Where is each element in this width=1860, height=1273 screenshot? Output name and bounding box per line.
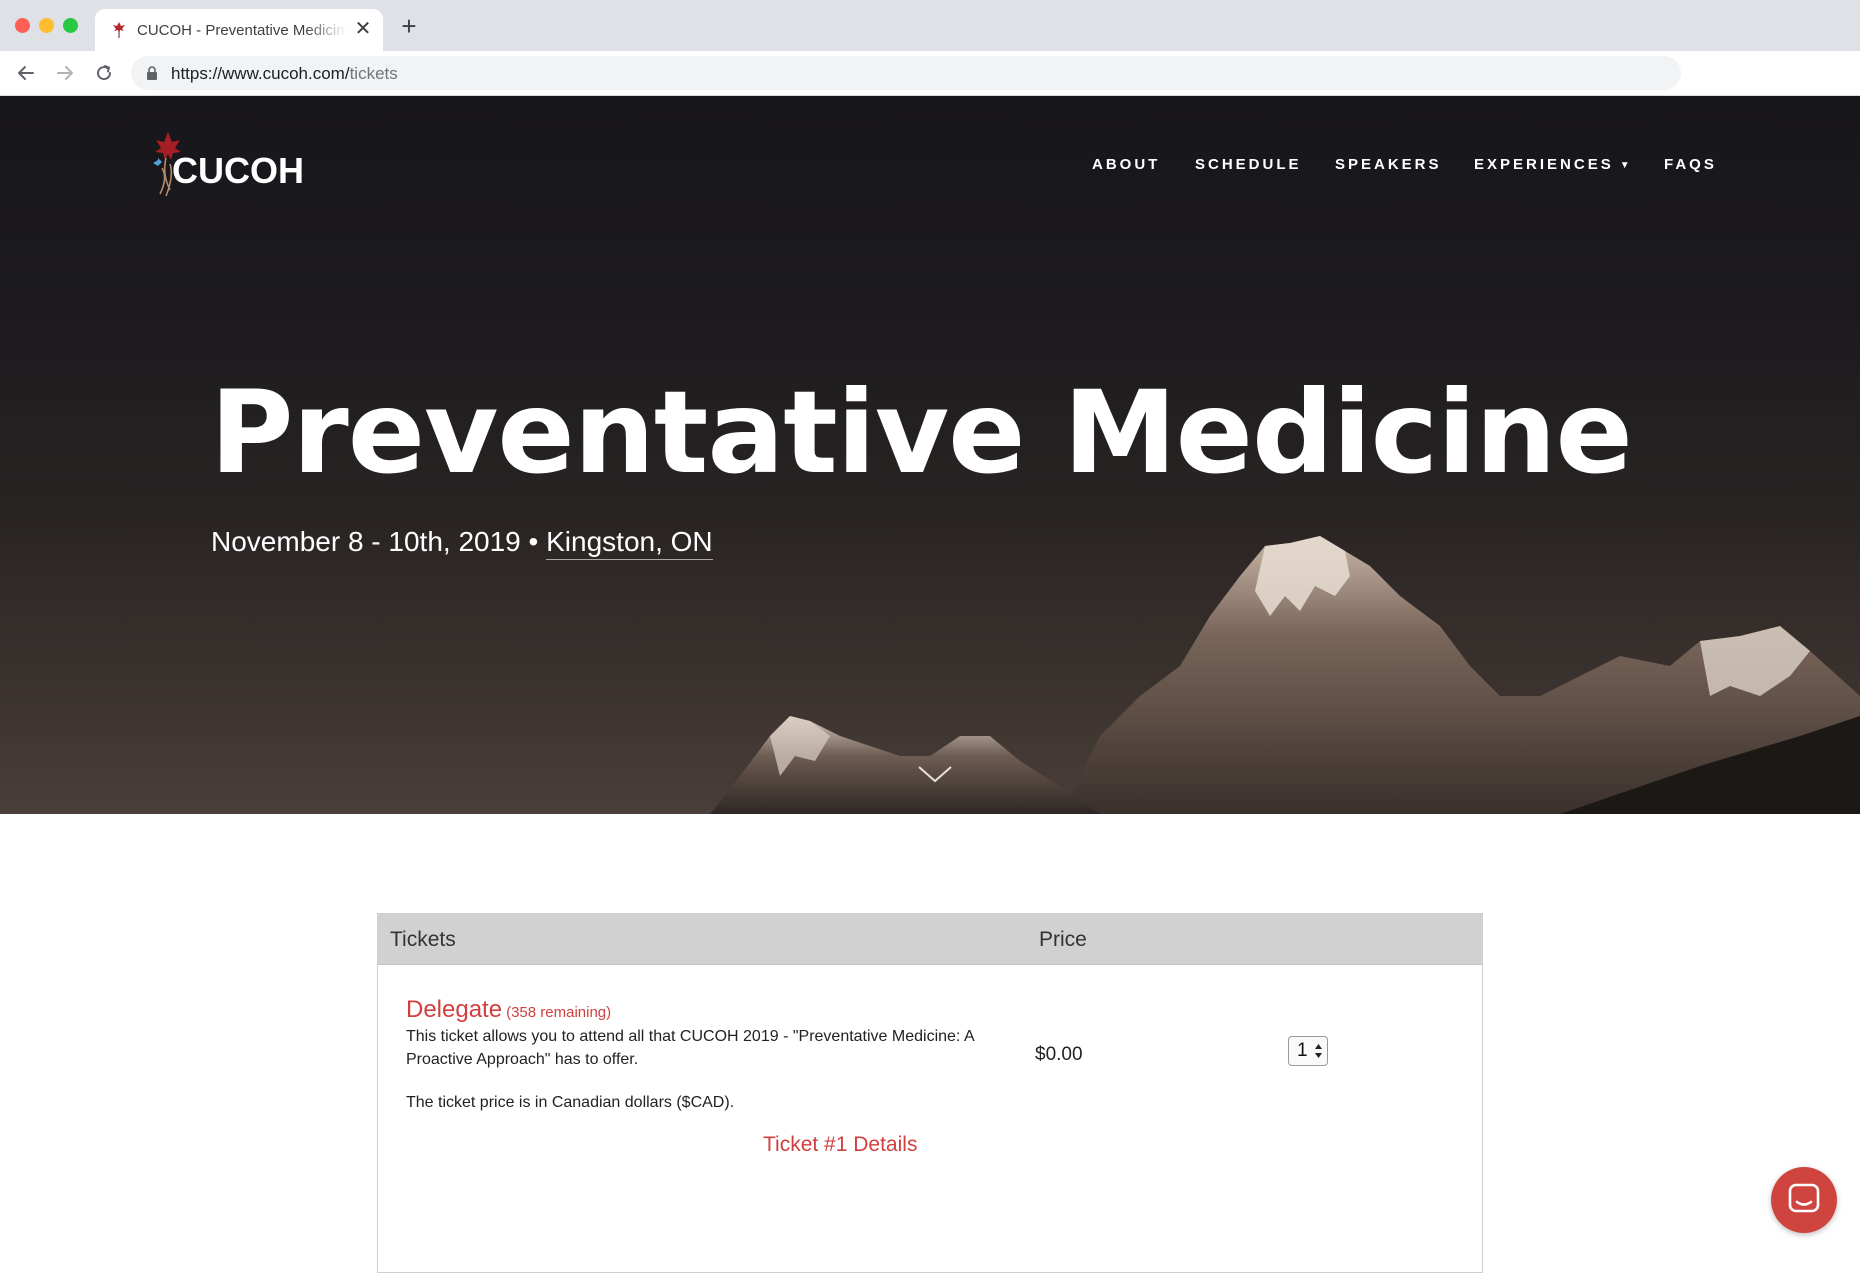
ticket-currency-note: The ticket price is in Canadian dollars … (406, 1094, 735, 1111)
window-minimize-button[interactable] (39, 18, 54, 33)
forward-arrow-icon (57, 66, 73, 80)
event-location-link[interactable]: Kingston, ON (546, 526, 713, 560)
address-bar[interactable]: https://www.cucoh.com/tickets (131, 56, 1681, 90)
ticket-name-label: Delegate (406, 996, 503, 1023)
column-header-tickets: Tickets (390, 928, 456, 951)
quantity-value: 1 (1297, 1040, 1308, 1061)
hero-title: Preventative Medicine (210, 366, 1633, 499)
caret-down-icon: ▼ (1619, 159, 1633, 171)
url-text: https://www.cucoh.com/tickets (171, 64, 398, 84)
select-arrows-icon (1315, 1044, 1322, 1058)
nav-experiences[interactable]: EXPERIENCES ▼ (1474, 156, 1633, 173)
back-arrow-icon (18, 66, 34, 80)
ticket-remaining-count: (358 remaining) (506, 1004, 612, 1021)
nav-speakers[interactable]: SPEAKERS (1335, 156, 1442, 173)
browser-tab-active[interactable]: CUCOH - Preventative Medicine ✕ (95, 9, 383, 51)
event-dates: November 8 - 10th, 2019 (211, 526, 521, 557)
new-tab-button[interactable]: + (396, 13, 422, 39)
chevron-down-icon[interactable] (915, 761, 955, 785)
reload-button[interactable] (90, 59, 118, 87)
nav-faqs[interactable]: FAQS (1664, 156, 1717, 173)
reload-icon (97, 65, 112, 81)
browser-tab-bar: CUCOH - Preventative Medicine ✕ + (0, 0, 1860, 51)
url-path: tickets (349, 64, 398, 83)
ticket-description: This ticket allows you to attend all tha… (406, 1028, 974, 1068)
hero-section: CUCOH ABOUT SCHEDULE SPEAKERS EXPERIENCE… (0, 96, 1860, 814)
tab-title: CUCOH - Preventative Medicine (137, 22, 347, 39)
chat-launcher-button[interactable] (1771, 1167, 1837, 1233)
column-header-price: Price (1039, 928, 1087, 951)
quantity-select[interactable]: 1 (1288, 1036, 1328, 1066)
ticket-table: Tickets Price Delegate (358 remaining) Th… (377, 913, 1483, 1273)
nav-schedule[interactable]: SCHEDULE (1195, 156, 1302, 173)
ticket-name: Delegate (358 remaining) (406, 996, 611, 1024)
forward-button[interactable] (51, 59, 79, 87)
window-close-button[interactable] (15, 18, 30, 33)
cucoh-favicon-icon (113, 22, 125, 38)
ticket-table-header: Tickets Price (378, 914, 1482, 965)
window-maximize-button[interactable] (63, 18, 78, 33)
ticket-details-link[interactable]: Ticket #1 Details (763, 1133, 917, 1157)
nav-experiences-label: EXPERIENCES (1474, 156, 1614, 173)
event-date-location: November 8 - 10th, 2019 • Kingston, ON (211, 526, 713, 560)
separator-dot: • (520, 526, 547, 557)
chat-icon (1788, 1183, 1820, 1213)
browser-toolbar: https://www.cucoh.com/tickets (0, 51, 1860, 96)
url-base: https://www.cucoh.com/ (171, 64, 350, 83)
tab-close-icon[interactable]: ✕ (351, 17, 375, 41)
main-navigation: ABOUT SCHEDULE SPEAKERS EXPERIENCES ▼ FAQ… (0, 156, 1860, 176)
ticket-price: $0.00 (1035, 1044, 1083, 1065)
back-button[interactable] (12, 59, 40, 87)
lock-icon (147, 66, 157, 80)
nav-about[interactable]: ABOUT (1092, 156, 1160, 173)
